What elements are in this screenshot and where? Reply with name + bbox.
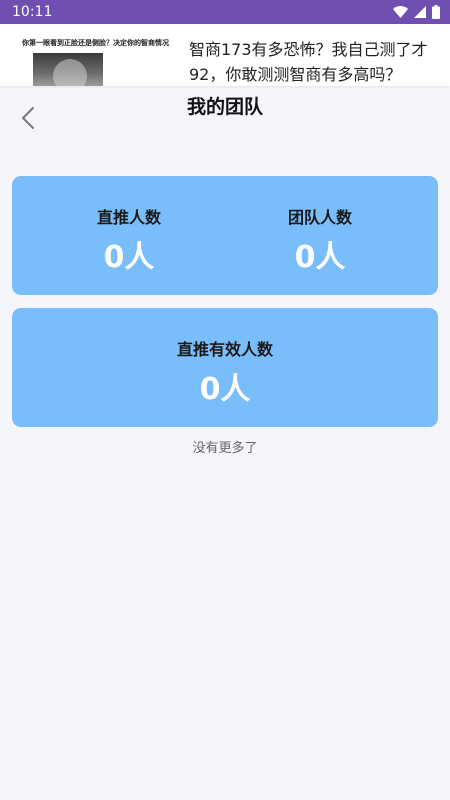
no-more-note: 没有更多了 (192, 441, 258, 456)
valid-referral-value: 0人 (199, 372, 251, 407)
battery-icon (432, 5, 440, 19)
team-size-value: 0人 (294, 240, 346, 275)
team-size-stat: 团队人数 0人 (250, 204, 390, 276)
valid-referral-stat: 直推有效人数 0人 (125, 336, 325, 408)
ad-text[interactable]: 智商173有多恐怖？我自己测了才92，你敢测测智商有多高吗？ (189, 37, 434, 86)
status-bar: 10:11 (0, 0, 450, 24)
ad-thumb-caption: 你第一眼看到正脸还是侧脸？决定你的智商情况 (22, 39, 169, 47)
valid-referral-card: 直推有效人数 0人 (12, 308, 438, 427)
page-title: 我的团队 (186, 96, 263, 118)
wifi-icon (393, 6, 408, 18)
status-time: 10:11 (12, 4, 53, 20)
ad-thumbnail-image (33, 53, 103, 86)
team-size-label: 团队人数 (287, 208, 352, 227)
signal-icon (414, 6, 426, 18)
direct-referral-stat: 直推人数 0人 (59, 204, 199, 276)
valid-referral-label: 直推有效人数 (176, 340, 273, 359)
page-header: 我的团队 (0, 86, 450, 150)
ad-banner[interactable]: 你第一眼看到正脸还是侧脸？决定你的智商情况 智商173有多恐怖？我自己测了才92… (0, 24, 450, 86)
status-icons (393, 5, 440, 19)
team-stats-card: 直推人数 0人 团队人数 0人 (12, 176, 438, 295)
direct-referral-label: 直推人数 (96, 208, 161, 227)
direct-referral-value: 0人 (103, 240, 155, 275)
